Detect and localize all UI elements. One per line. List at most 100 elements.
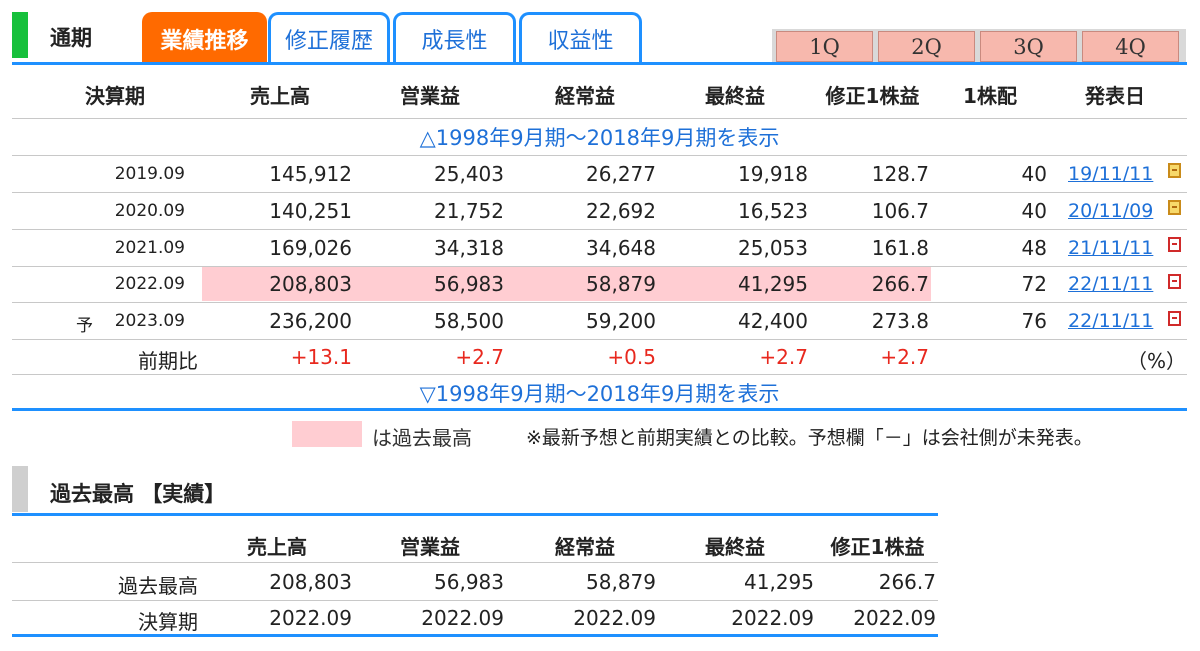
table-bottom-border — [12, 408, 1187, 411]
record-net-income-cell: 41,295 — [744, 570, 814, 594]
column-header-eps: 修正1株益 — [830, 535, 925, 559]
column-header-period: 決算期 — [85, 84, 145, 108]
quarter-1q-button[interactable]: 1Q — [776, 31, 873, 62]
calendar-icon[interactable] — [1168, 163, 1181, 178]
section-title: 通期 — [50, 26, 92, 50]
eps-cell: 273.8 — [871, 309, 929, 333]
ordinary-income-cell: 26,277 — [586, 162, 656, 186]
sales-change-cell: +13.1 — [290, 345, 352, 369]
row-divider — [12, 118, 1187, 119]
quarter-3q-button[interactable]: 3Q — [980, 31, 1077, 62]
row-divider — [12, 192, 1187, 193]
ordinary-income-cell: 59,200 — [586, 309, 656, 333]
operating-income-cell: 58,500 — [434, 309, 504, 333]
period-cell: 2019.09 — [114, 164, 185, 184]
eps-change-cell: +2.7 — [880, 345, 929, 369]
column-header-ordinary-income: 経常益 — [555, 535, 615, 559]
tab-performance[interactable]: 業績推移 — [142, 12, 267, 62]
row-divider — [12, 562, 938, 563]
ordinary-income-change-cell: +0.5 — [607, 345, 656, 369]
row-divider — [12, 339, 1187, 340]
row-divider — [12, 155, 1187, 156]
net-income-cell: 16,523 — [738, 199, 808, 223]
footnote: ※最新予想と前期実績との比較。予想欄「－」は会社側が未発表。 — [526, 427, 1093, 449]
announce-date-link[interactable]: 21/11/11 — [1068, 237, 1153, 259]
row-divider — [12, 374, 1187, 375]
dividend-cell: 76 — [1021, 309, 1047, 333]
row-divider — [12, 229, 1187, 230]
operating-income-change-cell: +2.7 — [455, 345, 504, 369]
operating-income-cell: 25,403 — [434, 162, 504, 186]
record-eps-period-cell: 2022.09 — [853, 606, 936, 630]
quarter-4q-button[interactable]: 4Q — [1082, 31, 1179, 62]
show-older-periods-link-bottom[interactable]: ▽1998年9月期～2018年9月期を表示 — [12, 378, 1187, 408]
legend-label: は過去最高 — [372, 426, 472, 450]
dividend-cell: 48 — [1021, 236, 1047, 260]
record-operating-income-cell: 56,983 — [434, 570, 504, 594]
row-divider — [12, 600, 938, 601]
net-income-cell: 19,918 — [738, 162, 808, 186]
pdf-icon[interactable] — [1168, 237, 1181, 252]
column-header-net-income: 最終益 — [705, 84, 765, 108]
calendar-icon[interactable] — [1168, 200, 1181, 215]
eps-cell: 128.7 — [871, 162, 929, 186]
period-cell: 2020.09 — [114, 201, 185, 221]
net-income-cell: 41,295 — [738, 272, 808, 296]
record-eps-cell: 266.7 — [878, 570, 936, 594]
table-top-border — [12, 62, 1187, 65]
eps-cell: 161.8 — [871, 236, 929, 260]
sales-cell: 140,251 — [269, 199, 352, 223]
period-cell: 2023.09 — [114, 311, 185, 331]
tab-growth[interactable]: 成長性 — [393, 12, 516, 62]
announce-date-link[interactable]: 22/11/11 — [1068, 310, 1153, 332]
net-income-change-cell: +2.7 — [759, 345, 808, 369]
announce-date-link[interactable]: 19/11/11 — [1068, 163, 1153, 185]
ordinary-income-cell: 58,879 — [586, 272, 656, 296]
comparison-label: 前期比 — [138, 349, 198, 373]
record-row-label: 決算期 — [138, 610, 198, 634]
record-row-label: 過去最高 — [118, 574, 198, 598]
dividend-cell: 40 — [1021, 162, 1047, 186]
operating-income-cell: 34,318 — [434, 236, 504, 260]
record-operating-income-period-cell: 2022.09 — [421, 606, 504, 630]
column-header-eps: 修正1株益 — [825, 84, 920, 108]
record-sales-period-cell: 2022.09 — [269, 606, 352, 630]
record-sales-cell: 208,803 — [269, 570, 352, 594]
sales-cell: 169,026 — [269, 236, 352, 260]
sales-cell: 145,912 — [269, 162, 352, 186]
record-net-income-period-cell: 2022.09 — [731, 606, 814, 630]
eps-cell: 266.7 — [871, 272, 929, 296]
dividend-cell: 40 — [1021, 199, 1047, 223]
percent-unit: （%） — [1126, 349, 1186, 373]
record-table-bottom-border — [12, 634, 938, 637]
section-marker — [12, 12, 28, 58]
column-header-operating-income: 営業益 — [400, 535, 460, 559]
record-highlight-swatch — [292, 421, 362, 447]
column-header-net-income: 最終益 — [705, 535, 765, 559]
pdf-icon[interactable] — [1168, 311, 1181, 326]
ordinary-income-cell: 22,692 — [586, 199, 656, 223]
record-section-title: 過去最高 【実績】 — [50, 482, 226, 506]
record-ordinary-income-cell: 58,879 — [586, 570, 656, 594]
row-divider — [12, 302, 1187, 303]
sales-cell: 236,200 — [269, 309, 352, 333]
column-header-ordinary-income: 経常益 — [555, 84, 615, 108]
tab-profitability[interactable]: 収益性 — [519, 12, 642, 62]
operating-income-cell: 21,752 — [434, 199, 504, 223]
record-table-top-border — [12, 513, 938, 516]
show-older-periods-link[interactable]: △1998年9月期～2018年9月期を表示 — [12, 122, 1187, 152]
pdf-icon[interactable] — [1168, 274, 1181, 289]
net-income-cell: 25,053 — [738, 236, 808, 260]
period-cell: 2022.09 — [114, 274, 185, 294]
dividend-cell: 72 — [1021, 272, 1047, 296]
column-header-dividend: 1株配 — [963, 84, 1017, 108]
column-header-sales: 売上高 — [247, 535, 307, 559]
net-income-cell: 42,400 — [738, 309, 808, 333]
eps-cell: 106.7 — [871, 199, 929, 223]
record-ordinary-income-period-cell: 2022.09 — [573, 606, 656, 630]
sales-cell: 208,803 — [269, 272, 352, 296]
quarter-2q-button[interactable]: 2Q — [878, 31, 975, 62]
announce-date-link[interactable]: 20/11/09 — [1068, 200, 1153, 222]
tab-revision-history[interactable]: 修正履歴 — [268, 12, 390, 62]
announce-date-link[interactable]: 22/11/11 — [1068, 273, 1153, 295]
